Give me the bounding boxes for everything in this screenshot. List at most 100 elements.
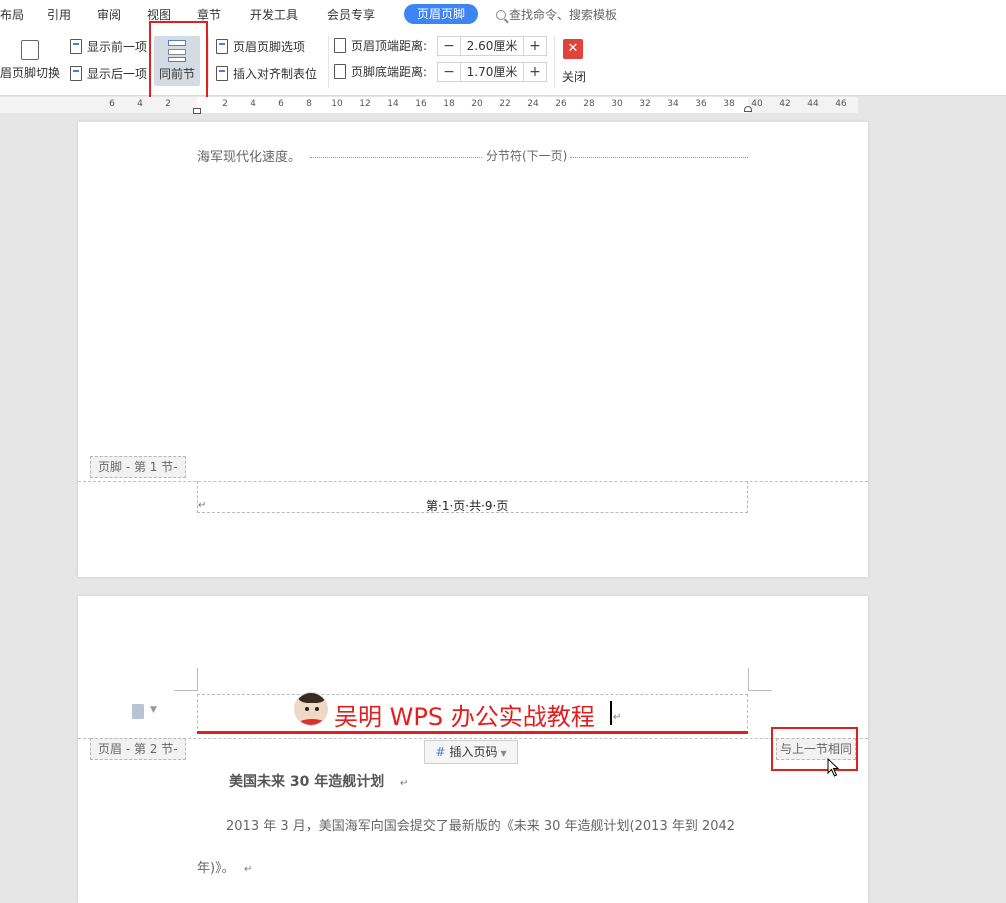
ruler-tick: 46 <box>835 99 847 109</box>
ruler-tick: 16 <box>415 99 427 109</box>
ruler-tick: 8 <box>306 99 312 109</box>
ruler-tick: 44 <box>807 99 819 109</box>
ruler-tick: 38 <box>723 99 735 109</box>
insert-align-tab-button[interactable]: 插入对齐制表位 <box>216 65 317 83</box>
document-icon[interactable] <box>132 704 144 719</box>
text-cursor <box>610 701 612 725</box>
ruler-tick: 10 <box>331 99 343 109</box>
ruler-tick: 4 <box>250 99 256 109</box>
header-footer-options-label: 页眉页脚选项 <box>233 40 306 54</box>
ribbon: 眉页脚切换 显示前一项 显示后一项 同前节 页眉页脚选项 插入对齐制表位 页眉顶… <box>0 21 1006 100</box>
header-top-distance-label: 页眉顶端距离: <box>334 37 427 55</box>
ruler-tick: 24 <box>527 99 539 109</box>
ruler-tick: 18 <box>443 99 455 109</box>
footer-bottom-distance-input[interactable]: 1.70厘米 <box>460 63 524 81</box>
menu-references[interactable]: 引用 <box>47 6 71 23</box>
avatar <box>294 692 328 726</box>
show-next-label: 显示后一项 <box>87 67 148 81</box>
search-placeholder: 查找命令、搜索模板 <box>509 8 618 22</box>
ribbon-separator <box>554 36 555 88</box>
footer-bottom-distance-label: 页脚底端距离: <box>334 63 427 81</box>
menu-layout[interactable]: 布局 <box>0 6 24 23</box>
switch-icon <box>21 40 39 60</box>
increase-button[interactable]: + <box>524 37 546 55</box>
ruler-tick: 30 <box>611 99 623 109</box>
page-number-text[interactable]: 第·1·页·共·9·页 <box>426 497 508 514</box>
page-options-icon <box>216 39 228 54</box>
crop-mark <box>748 668 749 690</box>
show-next-icon <box>70 66 82 81</box>
section-break-line <box>570 157 748 158</box>
header-title[interactable]: 吴明 WPS 办公实战教程 <box>334 697 595 732</box>
header-top-distance-stepper[interactable]: − 2.60厘米 + <box>437 36 547 56</box>
ruler-tick: 32 <box>639 99 651 109</box>
ruler-tick: 42 <box>779 99 791 109</box>
header-footer-switch-label: 眉页脚切换 <box>0 66 61 80</box>
ruler-tick: 6 <box>109 99 115 109</box>
show-previous-label: 显示前一项 <box>87 40 148 54</box>
footer-bottom-distance-stepper[interactable]: − 1.70厘米 + <box>437 62 547 82</box>
ruler-tick: 12 <box>359 99 371 109</box>
chevron-down-icon[interactable]: ▼ <box>150 705 157 715</box>
highlight-box-same-as-previous-tag <box>771 727 858 771</box>
crop-mark <box>174 690 198 691</box>
insert-page-number-button[interactable]: # 插入页码 ▼ <box>424 740 518 764</box>
header-footer-switch-button[interactable]: 眉页脚切换 <box>0 40 60 81</box>
show-next-button[interactable]: 显示后一项 <box>70 65 147 83</box>
header-footer-options-button[interactable]: 页眉页脚选项 <box>216 38 305 56</box>
header-distance-icon <box>334 38 346 53</box>
ruler-tick: 28 <box>583 99 595 109</box>
section-break-label: 分节符(下一页) <box>486 149 568 163</box>
mouse-cursor-icon <box>827 758 840 777</box>
section-break-line <box>310 157 482 158</box>
close-header-footer-button[interactable]: 关闭 <box>562 68 586 85</box>
ruler-tick: 2 <box>165 99 171 109</box>
paragraph-line[interactable]: 2013 年 3 月，美国海军向国会提交了最新版的《未来 30 年造舰计划(20… <box>226 815 735 834</box>
page-number-icon: # <box>435 745 446 759</box>
show-previous-button[interactable]: 显示前一项 <box>70 38 147 56</box>
ruler-tick: 40 <box>751 99 763 109</box>
menu-member[interactable]: 会员专享 <box>327 6 375 23</box>
decrease-button[interactable]: − <box>438 63 460 81</box>
highlight-box-same-as-previous <box>149 21 208 100</box>
decrease-button[interactable]: − <box>438 37 460 55</box>
ribbon-separator <box>328 36 329 88</box>
insert-page-number-label: 插入页码 <box>449 745 498 759</box>
header-section-2-tag: 页眉 - 第 2 节- <box>90 738 186 760</box>
ruler-tick: 22 <box>499 99 511 109</box>
insert-align-tab-label: 插入对齐制表位 <box>233 67 318 81</box>
ruler-tick: 2 <box>222 99 228 109</box>
command-search[interactable]: 查找命令、搜索模板 <box>496 6 617 23</box>
left-indent-marker[interactable] <box>193 108 201 114</box>
crop-mark <box>748 690 772 691</box>
close-icon[interactable]: ✕ <box>563 39 583 59</box>
paragraph-mark: ↵ <box>613 712 622 723</box>
ribbon-separator <box>208 36 209 88</box>
body-text-line[interactable]: 海军现代化速度。 <box>197 146 301 165</box>
tab-header-footer[interactable]: 页眉页脚 <box>404 4 478 24</box>
header-boundary <box>78 738 868 739</box>
show-previous-icon <box>70 39 82 54</box>
horizontal-ruler[interactable]: 6 4 2 2 4 6 8 10 12 14 16 18 20 22 24 26… <box>0 97 858 114</box>
footer-section-1-tag: 页脚 - 第 1 节- <box>90 456 186 478</box>
search-icon <box>496 10 506 20</box>
menu-developer[interactable]: 开发工具 <box>250 6 298 23</box>
ruler-tick: 36 <box>695 99 707 109</box>
ruler-tick: 4 <box>137 99 143 109</box>
align-tab-icon <box>216 66 228 81</box>
increase-button[interactable]: + <box>524 63 546 81</box>
ruler-tick: 6 <box>278 99 284 109</box>
paragraph-mark: ↵ <box>244 864 253 875</box>
section-heading[interactable]: 美国未来 30 年造舰计划 <box>229 771 384 791</box>
paragraph-line[interactable]: 年)》。 <box>197 857 235 876</box>
paragraph-mark: ↵ <box>400 778 409 789</box>
chevron-down-icon: ▼ <box>500 749 507 758</box>
paragraph-mark: ↵ <box>198 500 207 511</box>
right-indent-marker[interactable] <box>744 106 752 112</box>
menu-review[interactable]: 审阅 <box>97 6 121 23</box>
ruler-tick: 14 <box>387 99 399 109</box>
ruler-tick: 26 <box>555 99 567 109</box>
header-top-distance-input[interactable]: 2.60厘米 <box>460 37 524 55</box>
crop-mark <box>197 668 198 690</box>
ruler-tick: 34 <box>667 99 679 109</box>
